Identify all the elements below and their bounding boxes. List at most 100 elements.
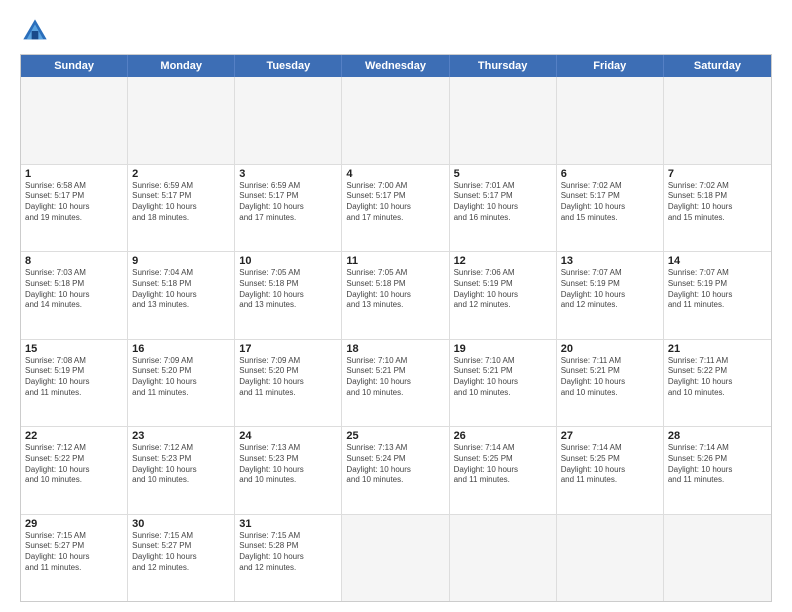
- day-cell-9: 9Sunrise: 7:04 AM Sunset: 5:18 PM Daylig…: [128, 252, 235, 339]
- day-number: 5: [454, 168, 552, 180]
- day-cell-7: 7Sunrise: 7:02 AM Sunset: 5:18 PM Daylig…: [664, 165, 771, 252]
- day-info: Sunrise: 7:03 AM Sunset: 5:18 PM Dayligh…: [25, 268, 123, 311]
- day-number: 7: [668, 168, 767, 180]
- calendar-week-1: 1Sunrise: 6:58 AM Sunset: 5:17 PM Daylig…: [21, 165, 771, 253]
- day-header-friday: Friday: [557, 55, 664, 77]
- day-cell-27: 27Sunrise: 7:14 AM Sunset: 5:25 PM Dayli…: [557, 427, 664, 514]
- day-info: Sunrise: 7:14 AM Sunset: 5:25 PM Dayligh…: [454, 443, 552, 486]
- empty-cell: [235, 77, 342, 164]
- empty-cell: [557, 77, 664, 164]
- day-cell-26: 26Sunrise: 7:14 AM Sunset: 5:25 PM Dayli…: [450, 427, 557, 514]
- calendar-week-3: 15Sunrise: 7:08 AM Sunset: 5:19 PM Dayli…: [21, 340, 771, 428]
- day-info: Sunrise: 7:10 AM Sunset: 5:21 PM Dayligh…: [346, 356, 444, 399]
- day-number: 16: [132, 343, 230, 355]
- day-cell-14: 14Sunrise: 7:07 AM Sunset: 5:19 PM Dayli…: [664, 252, 771, 339]
- day-info: Sunrise: 7:02 AM Sunset: 5:18 PM Dayligh…: [668, 181, 767, 224]
- day-cell-18: 18Sunrise: 7:10 AM Sunset: 5:21 PM Dayli…: [342, 340, 449, 427]
- day-info: Sunrise: 7:01 AM Sunset: 5:17 PM Dayligh…: [454, 181, 552, 224]
- day-number: 22: [25, 430, 123, 442]
- day-info: Sunrise: 7:09 AM Sunset: 5:20 PM Dayligh…: [132, 356, 230, 399]
- day-number: 2: [132, 168, 230, 180]
- empty-cell: [450, 515, 557, 602]
- day-cell-16: 16Sunrise: 7:09 AM Sunset: 5:20 PM Dayli…: [128, 340, 235, 427]
- day-info: Sunrise: 7:06 AM Sunset: 5:19 PM Dayligh…: [454, 268, 552, 311]
- day-number: 26: [454, 430, 552, 442]
- empty-cell: [21, 77, 128, 164]
- day-cell-5: 5Sunrise: 7:01 AM Sunset: 5:17 PM Daylig…: [450, 165, 557, 252]
- day-cell-13: 13Sunrise: 7:07 AM Sunset: 5:19 PM Dayli…: [557, 252, 664, 339]
- empty-cell: [557, 515, 664, 602]
- day-info: Sunrise: 6:59 AM Sunset: 5:17 PM Dayligh…: [132, 181, 230, 224]
- day-cell-12: 12Sunrise: 7:06 AM Sunset: 5:19 PM Dayli…: [450, 252, 557, 339]
- day-cell-10: 10Sunrise: 7:05 AM Sunset: 5:18 PM Dayli…: [235, 252, 342, 339]
- day-info: Sunrise: 7:15 AM Sunset: 5:27 PM Dayligh…: [132, 531, 230, 574]
- day-cell-24: 24Sunrise: 7:13 AM Sunset: 5:23 PM Dayli…: [235, 427, 342, 514]
- day-number: 3: [239, 168, 337, 180]
- page: SundayMondayTuesdayWednesdayThursdayFrid…: [0, 0, 792, 612]
- day-info: Sunrise: 7:11 AM Sunset: 5:22 PM Dayligh…: [668, 356, 767, 399]
- empty-cell: [342, 515, 449, 602]
- day-info: Sunrise: 7:11 AM Sunset: 5:21 PM Dayligh…: [561, 356, 659, 399]
- calendar-body: 1Sunrise: 6:58 AM Sunset: 5:17 PM Daylig…: [21, 77, 771, 601]
- day-info: Sunrise: 7:15 AM Sunset: 5:28 PM Dayligh…: [239, 531, 337, 574]
- day-header-sunday: Sunday: [21, 55, 128, 77]
- calendar-week-5: 29Sunrise: 7:15 AM Sunset: 5:27 PM Dayli…: [21, 515, 771, 602]
- day-number: 14: [668, 255, 767, 267]
- day-info: Sunrise: 7:12 AM Sunset: 5:23 PM Dayligh…: [132, 443, 230, 486]
- day-cell-25: 25Sunrise: 7:13 AM Sunset: 5:24 PM Dayli…: [342, 427, 449, 514]
- day-number: 6: [561, 168, 659, 180]
- day-info: Sunrise: 7:09 AM Sunset: 5:20 PM Dayligh…: [239, 356, 337, 399]
- day-info: Sunrise: 7:07 AM Sunset: 5:19 PM Dayligh…: [668, 268, 767, 311]
- day-cell-20: 20Sunrise: 7:11 AM Sunset: 5:21 PM Dayli…: [557, 340, 664, 427]
- day-number: 23: [132, 430, 230, 442]
- day-number: 20: [561, 343, 659, 355]
- day-cell-1: 1Sunrise: 6:58 AM Sunset: 5:17 PM Daylig…: [21, 165, 128, 252]
- calendar: SundayMondayTuesdayWednesdayThursdayFrid…: [20, 54, 772, 602]
- day-number: 19: [454, 343, 552, 355]
- day-info: Sunrise: 7:15 AM Sunset: 5:27 PM Dayligh…: [25, 531, 123, 574]
- day-header-monday: Monday: [128, 55, 235, 77]
- day-info: Sunrise: 7:05 AM Sunset: 5:18 PM Dayligh…: [239, 268, 337, 311]
- day-cell-28: 28Sunrise: 7:14 AM Sunset: 5:26 PM Dayli…: [664, 427, 771, 514]
- header: [20, 16, 772, 46]
- day-info: Sunrise: 7:14 AM Sunset: 5:25 PM Dayligh…: [561, 443, 659, 486]
- day-number: 25: [346, 430, 444, 442]
- day-cell-4: 4Sunrise: 7:00 AM Sunset: 5:17 PM Daylig…: [342, 165, 449, 252]
- day-cell-6: 6Sunrise: 7:02 AM Sunset: 5:17 PM Daylig…: [557, 165, 664, 252]
- day-number: 28: [668, 430, 767, 442]
- day-number: 15: [25, 343, 123, 355]
- day-info: Sunrise: 7:12 AM Sunset: 5:22 PM Dayligh…: [25, 443, 123, 486]
- day-number: 27: [561, 430, 659, 442]
- day-cell-8: 8Sunrise: 7:03 AM Sunset: 5:18 PM Daylig…: [21, 252, 128, 339]
- empty-cell: [342, 77, 449, 164]
- calendar-week-2: 8Sunrise: 7:03 AM Sunset: 5:18 PM Daylig…: [21, 252, 771, 340]
- day-cell-23: 23Sunrise: 7:12 AM Sunset: 5:23 PM Dayli…: [128, 427, 235, 514]
- day-info: Sunrise: 7:07 AM Sunset: 5:19 PM Dayligh…: [561, 268, 659, 311]
- day-cell-21: 21Sunrise: 7:11 AM Sunset: 5:22 PM Dayli…: [664, 340, 771, 427]
- day-cell-3: 3Sunrise: 6:59 AM Sunset: 5:17 PM Daylig…: [235, 165, 342, 252]
- day-number: 8: [25, 255, 123, 267]
- day-cell-22: 22Sunrise: 7:12 AM Sunset: 5:22 PM Dayli…: [21, 427, 128, 514]
- calendar-week-4: 22Sunrise: 7:12 AM Sunset: 5:22 PM Dayli…: [21, 427, 771, 515]
- day-number: 29: [25, 518, 123, 530]
- day-info: Sunrise: 7:05 AM Sunset: 5:18 PM Dayligh…: [346, 268, 444, 311]
- day-info: Sunrise: 7:13 AM Sunset: 5:24 PM Dayligh…: [346, 443, 444, 486]
- day-cell-30: 30Sunrise: 7:15 AM Sunset: 5:27 PM Dayli…: [128, 515, 235, 602]
- empty-cell: [450, 77, 557, 164]
- day-info: Sunrise: 7:10 AM Sunset: 5:21 PM Dayligh…: [454, 356, 552, 399]
- day-number: 13: [561, 255, 659, 267]
- logo-icon: [20, 16, 50, 46]
- day-cell-29: 29Sunrise: 7:15 AM Sunset: 5:27 PM Dayli…: [21, 515, 128, 602]
- day-cell-19: 19Sunrise: 7:10 AM Sunset: 5:21 PM Dayli…: [450, 340, 557, 427]
- empty-cell: [664, 77, 771, 164]
- empty-cell: [128, 77, 235, 164]
- day-info: Sunrise: 7:08 AM Sunset: 5:19 PM Dayligh…: [25, 356, 123, 399]
- day-header-saturday: Saturday: [664, 55, 771, 77]
- day-info: Sunrise: 7:00 AM Sunset: 5:17 PM Dayligh…: [346, 181, 444, 224]
- day-number: 1: [25, 168, 123, 180]
- day-number: 10: [239, 255, 337, 267]
- day-info: Sunrise: 6:59 AM Sunset: 5:17 PM Dayligh…: [239, 181, 337, 224]
- day-number: 17: [239, 343, 337, 355]
- day-cell-17: 17Sunrise: 7:09 AM Sunset: 5:20 PM Dayli…: [235, 340, 342, 427]
- day-cell-2: 2Sunrise: 6:59 AM Sunset: 5:17 PM Daylig…: [128, 165, 235, 252]
